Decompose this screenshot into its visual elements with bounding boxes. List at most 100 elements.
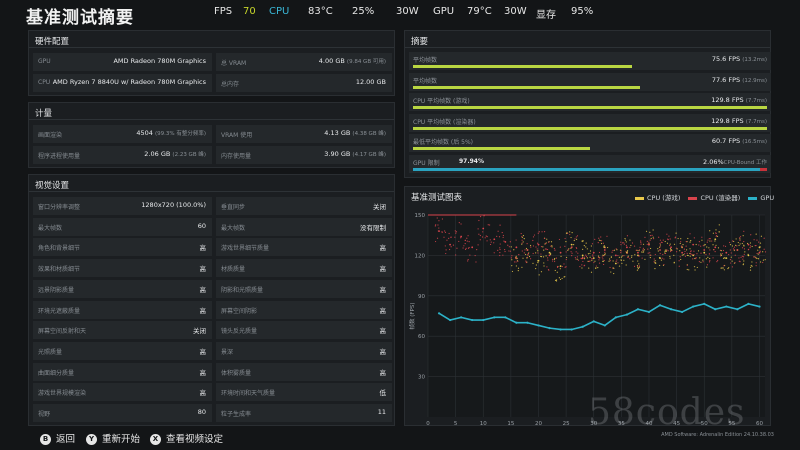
setting-value: 高 bbox=[379, 327, 387, 336]
chart-point bbox=[669, 255, 671, 258]
setting-value: 低 bbox=[379, 389, 387, 398]
chart-point bbox=[589, 260, 591, 262]
back-button[interactable]: B 返回 bbox=[40, 431, 75, 445]
chart-point-gpu bbox=[437, 312, 441, 315]
chart-point bbox=[577, 252, 579, 254]
chart-point bbox=[510, 257, 512, 259]
chart-point bbox=[543, 262, 545, 264]
chart-point bbox=[648, 243, 650, 246]
chart-point bbox=[544, 242, 547, 245]
chart-point-gpu bbox=[493, 316, 496, 319]
chart-point bbox=[695, 243, 697, 246]
chart-point bbox=[722, 267, 724, 269]
chart-point bbox=[749, 269, 752, 271]
chart-point bbox=[581, 254, 584, 257]
legend-swatch bbox=[635, 196, 644, 200]
chart-point bbox=[733, 249, 736, 251]
chart-point-gpu bbox=[725, 305, 728, 308]
setting-row: 粒子生成率 11 bbox=[216, 404, 392, 422]
summary-value: 77.6 FPS (12.9ms) bbox=[712, 76, 767, 84]
chart-point bbox=[731, 260, 733, 262]
chart-point bbox=[559, 268, 561, 270]
chart-point bbox=[541, 231, 543, 233]
chart-point bbox=[660, 241, 662, 243]
chart-point bbox=[708, 261, 711, 263]
chart-point bbox=[697, 250, 700, 252]
chart-point bbox=[708, 238, 710, 240]
chart-point bbox=[471, 246, 474, 249]
chart-point bbox=[609, 258, 611, 260]
chart-point-gpu bbox=[581, 325, 584, 328]
setting-name: 光照质量 bbox=[38, 348, 63, 356]
chart-x-tick-label: 55 bbox=[728, 421, 735, 425]
chart-point bbox=[592, 254, 594, 256]
chart-point bbox=[517, 260, 519, 262]
chart-point bbox=[571, 231, 573, 234]
chart-point bbox=[682, 244, 684, 246]
chart-point bbox=[543, 249, 545, 251]
chart-point bbox=[575, 251, 577, 253]
chart-point bbox=[547, 257, 549, 259]
chart-point bbox=[734, 254, 736, 256]
summary-fps: 77.6 FPS bbox=[711, 75, 741, 84]
benchmark-chart: 051015202530354045505560306090120150时间 (… bbox=[408, 213, 767, 425]
setting-name: 视野 bbox=[38, 411, 51, 418]
summary-bar bbox=[413, 65, 633, 68]
chart-point bbox=[668, 235, 670, 237]
chart-point bbox=[535, 264, 537, 266]
chart-point bbox=[617, 262, 619, 264]
chart-point bbox=[711, 240, 713, 242]
setting-value: 60 bbox=[197, 221, 206, 230]
metrics-vram-amount: 4.13 GB bbox=[324, 129, 351, 137]
hud-gpu-power: 30W bbox=[504, 6, 527, 17]
setting-value: 高 bbox=[379, 265, 387, 274]
chart-point bbox=[644, 258, 646, 260]
chart-point bbox=[614, 254, 617, 257]
view-video-settings-button[interactable]: X 查看视频设定 bbox=[150, 431, 223, 445]
chart-point bbox=[537, 243, 540, 246]
setting-value: 高 bbox=[199, 347, 207, 356]
chart-point bbox=[569, 231, 571, 233]
chart-point bbox=[755, 265, 757, 267]
restart-button[interactable]: Y 重新开始 bbox=[86, 431, 140, 445]
chart-point bbox=[493, 238, 496, 241]
chart-point bbox=[588, 267, 590, 269]
software-version: AMD Software: Adrenalin Edition 24.10.38… bbox=[661, 432, 774, 438]
chart-point bbox=[499, 224, 501, 226]
chart-point bbox=[646, 240, 648, 242]
divider bbox=[405, 47, 770, 48]
chart-point bbox=[502, 254, 504, 256]
summary-label: 最低平均帧数 (后 5%) bbox=[413, 139, 474, 147]
chart-point bbox=[527, 253, 529, 255]
chart-point bbox=[694, 269, 696, 271]
setting-row: 材质质量 高 bbox=[216, 259, 392, 278]
chart-point bbox=[522, 257, 524, 259]
chart-point bbox=[583, 256, 586, 258]
chart-point bbox=[540, 245, 543, 248]
chart-point bbox=[659, 239, 662, 241]
chart-point bbox=[464, 243, 466, 245]
chart-point bbox=[653, 261, 655, 263]
chart-point bbox=[535, 252, 537, 254]
chart-point bbox=[667, 250, 669, 252]
chart-point bbox=[627, 255, 629, 257]
chart-point bbox=[540, 253, 542, 255]
chart-point bbox=[466, 240, 468, 242]
setting-value: 高 bbox=[199, 265, 207, 274]
chart-x-tick-label: 50 bbox=[701, 421, 708, 425]
summary-bar bbox=[413, 106, 767, 110]
chart-point-gpu bbox=[559, 328, 562, 331]
chart-point-gpu bbox=[504, 316, 507, 319]
setting-name: 效果和材质细节 bbox=[38, 266, 81, 274]
hardware-vram-row: 总 VRAM 4.00 GB (9.84 GB 可用) bbox=[216, 53, 392, 71]
setting-value: 高 bbox=[199, 285, 207, 294]
chart-point bbox=[610, 271, 612, 273]
chart-point bbox=[579, 265, 581, 268]
chart-point bbox=[507, 244, 509, 246]
chart-point bbox=[537, 261, 539, 264]
chart-point bbox=[659, 264, 661, 267]
chart-point bbox=[729, 241, 731, 244]
chart-point bbox=[450, 246, 452, 248]
summary-value: 60.7 FPS (16.5ms) bbox=[712, 137, 767, 145]
chart-point bbox=[517, 267, 520, 269]
